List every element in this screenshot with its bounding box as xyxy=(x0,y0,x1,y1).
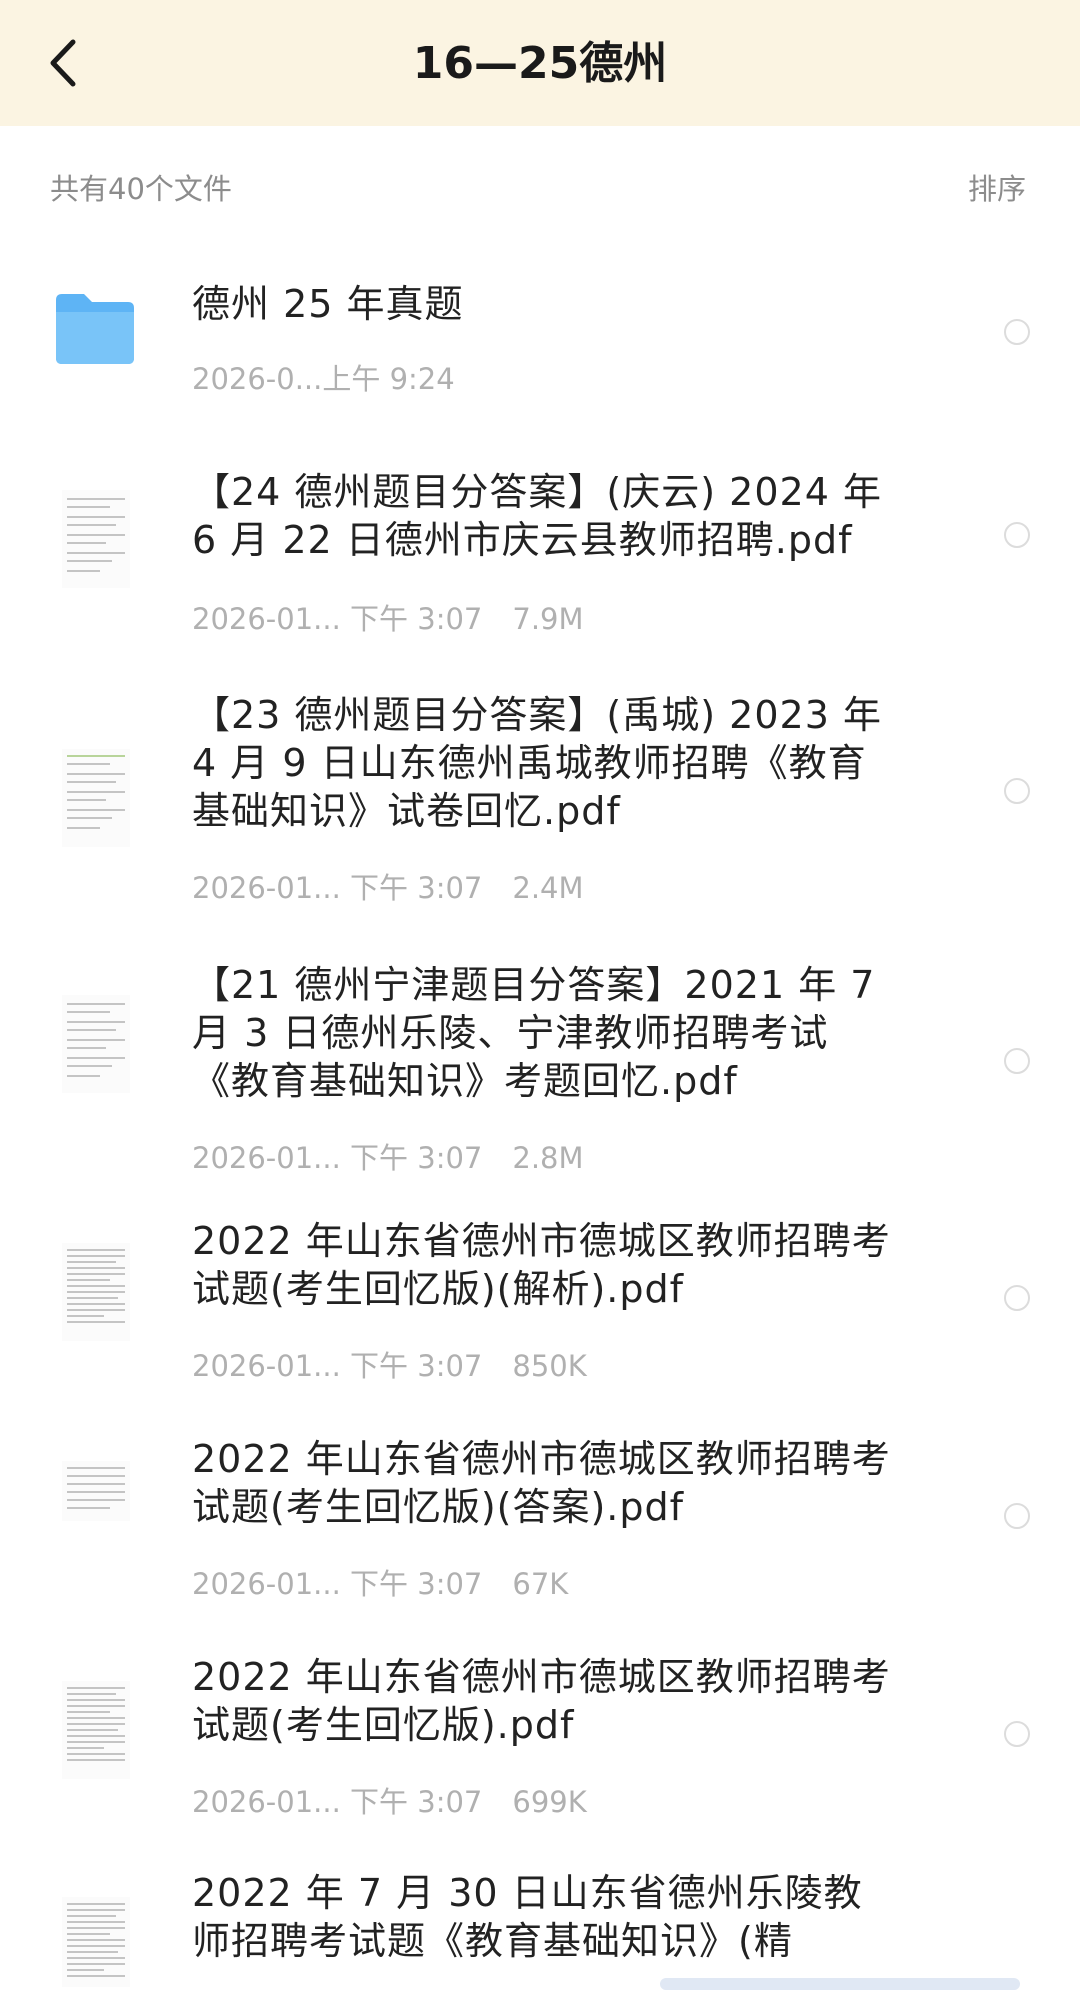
file-item[interactable]: 2022 年山东省德州市德城区教师招聘考试题(考生回忆版).pdf 2026-0… xyxy=(0,1641,1080,1859)
pdf-thumbnail-icon xyxy=(62,1897,130,1987)
folder-icon xyxy=(56,294,134,364)
file-size: 2.8M xyxy=(512,1141,584,1175)
file-item[interactable]: 2022 年山东省德州市德城区教师招聘考试题(考生回忆版)(答案).pdf 20… xyxy=(0,1423,1080,1641)
list-toolbar: 共有40个文件 排序 xyxy=(0,126,1080,242)
pdf-thumbnail-icon xyxy=(62,1461,130,1521)
file-date: 2026-01... 下午 3:07 xyxy=(192,1567,483,1601)
app-header: 16—25德州 xyxy=(0,0,1080,126)
file-item[interactable]: 【24 德州题目分答案】(庆云) 2024 年 6 月 22 日德州市庆云县教师… xyxy=(0,442,1080,667)
pdf-thumbnail-icon xyxy=(62,995,130,1093)
file-size: 2.4M xyxy=(512,871,584,905)
pdf-thumbnail-icon xyxy=(62,1681,130,1779)
file-date: 2026-01... 下午 3:07 xyxy=(192,1141,483,1175)
file-item[interactable]: 【21 德州宁津题目分答案】2021 年 7 月 3 日德州乐陵、宁津教师招聘考… xyxy=(0,937,1080,1205)
file-name: 德州 25 年真题 xyxy=(192,282,464,326)
file-meta: 2026-0...上午 9:24 xyxy=(192,356,455,398)
pdf-thumbnail-icon xyxy=(62,490,130,588)
file-meta: 2026-01... 下午 3:07 699K xyxy=(192,1779,587,1821)
select-radio[interactable] xyxy=(1004,1503,1030,1529)
file-item[interactable]: 2022 年 7 月 30 日山东省德州乐陵教师招聘考试题《教育基础知识》(精 xyxy=(0,1859,1080,1987)
select-radio[interactable] xyxy=(1004,319,1030,345)
file-name: 2022 年山东省德州市德城区教师招聘考试题(考生回忆版)(答案).pdf xyxy=(192,1437,891,1529)
file-date: 2026-01... 下午 3:07 xyxy=(192,1785,483,1819)
file-date: 2026-0...上午 9:24 xyxy=(192,362,455,396)
sort-button[interactable]: 排序 xyxy=(968,166,1026,208)
home-indicator xyxy=(660,1978,1020,1990)
select-radio[interactable] xyxy=(1004,1048,1030,1074)
file-name: 【23 德州题目分答案】(禹城) 2023 年 4 月 9 日山东德州禹城教师招… xyxy=(192,693,882,833)
file-name: 2022 年 7 月 30 日山东省德州乐陵教师招聘考试题《教育基础知识》(精 xyxy=(192,1871,863,1963)
file-date: 2026-01... 下午 3:07 xyxy=(192,1349,483,1383)
file-meta: 2026-01... 下午 3:07 67K xyxy=(192,1561,568,1603)
file-name: 2022 年山东省德州市德城区教师招聘考试题(考生回忆版)(解析).pdf xyxy=(192,1219,891,1311)
file-size: 850K xyxy=(512,1349,587,1383)
file-size: 699K xyxy=(512,1785,587,1819)
file-name: 2022 年山东省德州市德城区教师招聘考试题(考生回忆版).pdf xyxy=(192,1655,891,1747)
pdf-thumbnail-icon xyxy=(62,1243,130,1341)
page-title: 16—25德州 xyxy=(412,38,668,89)
select-radio[interactable] xyxy=(1004,1285,1030,1311)
file-count-label: 共有40个文件 xyxy=(50,172,232,206)
file-item[interactable]: 【23 德州题目分答案】(禹城) 2023 年 4 月 9 日山东德州禹城教师招… xyxy=(0,667,1080,937)
folder-item[interactable]: 德州 25 年真题 2026-0...上午 9:24 xyxy=(0,242,1080,442)
file-meta: 2026-01... 下午 3:07 7.9M xyxy=(192,596,584,638)
file-name: 【24 德州题目分答案】(庆云) 2024 年 6 月 22 日德州市庆云县教师… xyxy=(192,470,882,562)
file-name: 【21 德州宁津题目分答案】2021 年 7 月 3 日德州乐陵、宁津教师招聘考… xyxy=(192,963,876,1103)
pdf-thumbnail-icon xyxy=(62,749,130,847)
file-date: 2026-01... 下午 3:07 xyxy=(192,602,483,636)
select-radio[interactable] xyxy=(1004,1721,1030,1747)
file-size: 67K xyxy=(512,1567,569,1601)
file-item[interactable]: 2022 年山东省德州市德城区教师招聘考试题(考生回忆版)(解析).pdf 20… xyxy=(0,1205,1080,1423)
select-radio[interactable] xyxy=(1004,522,1030,548)
select-radio[interactable] xyxy=(1004,778,1030,804)
file-meta: 2026-01... 下午 3:07 2.8M xyxy=(192,1135,584,1177)
file-meta: 2026-01... 下午 3:07 2.4M xyxy=(192,865,584,907)
file-size: 7.9M xyxy=(512,602,584,636)
file-meta: 2026-01... 下午 3:07 850K xyxy=(192,1343,587,1385)
file-date: 2026-01... 下午 3:07 xyxy=(192,871,483,905)
